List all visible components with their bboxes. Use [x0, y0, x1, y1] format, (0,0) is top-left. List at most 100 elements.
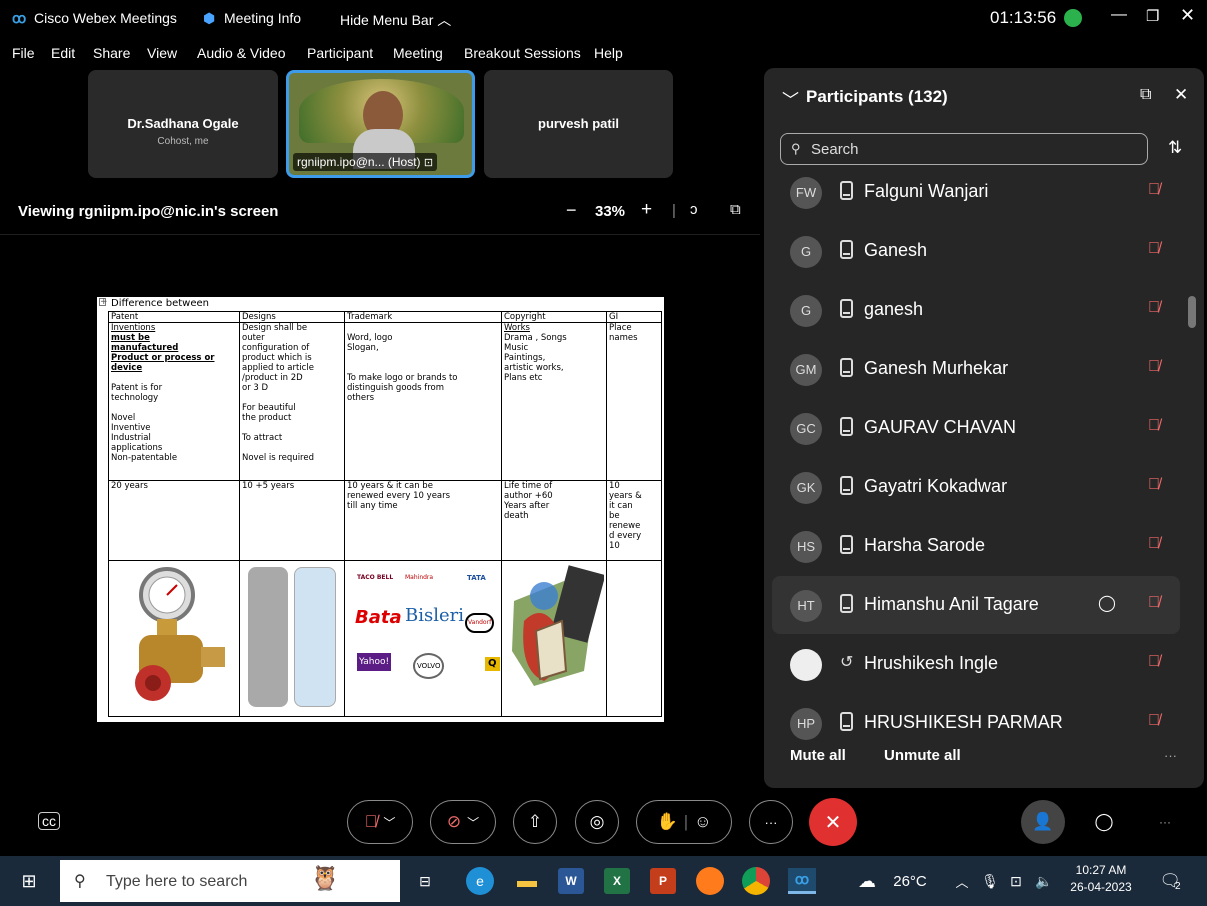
raise-hand-icon[interactable]: ✋ [657, 812, 678, 832]
mic-muted-icon[interactable]: 🎙̸ [1148, 594, 1160, 612]
restore-icon[interactable]: ❐ [1146, 7, 1159, 25]
menu-audio-video[interactable]: Audio & Video [197, 45, 285, 61]
sort-icon[interactable]: ⇅ [1168, 138, 1182, 158]
tray-chevron-icon[interactable]: ︿ [952, 868, 972, 894]
powerpoint-icon[interactable]: P [650, 868, 676, 894]
cell-trademark-term: 10 years & it can be renewed every 10 ye… [344, 480, 502, 561]
leave-meeting-button[interactable]: ✕ [809, 798, 857, 846]
cell-patent-term: 20 years [108, 480, 240, 561]
chat-bubble-icon[interactable]: ◯ [1098, 593, 1116, 613]
collapse-chevron-icon[interactable]: ﹀ [782, 86, 799, 111]
video-tile-purvesh[interactable]: purvesh patil [484, 70, 673, 178]
mic-muted-icon[interactable]: 🎙̸ [1148, 535, 1160, 553]
close-panel-icon[interactable]: ✕ [1174, 85, 1188, 105]
mic-muted-icon[interactable]: 🎙̸ [1148, 476, 1160, 494]
mic-muted-icon[interactable]: 🎙̸ [1148, 653, 1160, 671]
edge-icon[interactable]: e [466, 867, 494, 895]
excel-icon[interactable]: X [604, 868, 630, 894]
viewing-label: Viewing rgniipm.ipo@nic.in's screen [18, 203, 279, 220]
start-video-button[interactable]: ⊘ ﹀ [430, 800, 496, 844]
clock-time: 10:27 AM [1075, 863, 1127, 877]
menu-file[interactable]: File [12, 45, 35, 61]
unmute-all-button[interactable]: Unmute all [884, 747, 961, 764]
captions-icon[interactable]: cc [38, 812, 60, 830]
menu-participant[interactable]: Participant [307, 45, 373, 61]
network-health-icon[interactable] [1064, 9, 1082, 27]
file-explorer-icon[interactable]: ▬ [513, 868, 541, 894]
reactions-group[interactable]: ✋ | ☺ [636, 800, 732, 844]
participant-row-hovered[interactable]: HT Himanshu Anil Tagare ◯ 🎙̸ [772, 576, 1180, 634]
more-options-button[interactable]: ··· [1164, 748, 1177, 763]
weather-temp[interactable]: 26°C [888, 868, 932, 894]
participant-row[interactable]: HS Harsha Sarode 🎙̸ [772, 517, 1180, 575]
cell-design-term: 10 +5 years [239, 480, 345, 561]
cell-trademark-subject: Word, logo Slogan, To make logo or brand… [344, 322, 502, 481]
windows-start-icon[interactable]: ⊞ [14, 868, 44, 894]
task-view-icon[interactable]: ⊟ [412, 868, 438, 894]
menu-breakout-sessions[interactable]: Breakout Sessions [464, 45, 581, 61]
mic-muted-icon[interactable]: 🎙̸ [1148, 417, 1160, 435]
clock[interactable]: 10:27 AM 26-04-2023 [1066, 862, 1136, 896]
mic-tray-icon[interactable]: 🎙 [980, 868, 1000, 894]
participant-name: ganesh [864, 299, 924, 319]
more-button[interactable]: ··· [749, 800, 793, 844]
volume-icon[interactable]: 🔈 [1032, 868, 1056, 894]
record-button[interactable]: ◎ [575, 800, 619, 844]
participant-scrollbar[interactable] [1188, 178, 1196, 738]
menu-help[interactable]: Help [594, 45, 623, 61]
mute-button[interactable]: 🎙̸ ﹀ [347, 800, 413, 844]
hide-menu-bar-button[interactable]: Hide Menu Bar ︿ [340, 10, 451, 30]
mic-muted-icon[interactable]: 🎙̸ [1148, 712, 1160, 730]
mic-muted-icon[interactable]: 🎙̸ [1148, 358, 1160, 376]
notifications-icon[interactable]: 🗨 2 [1156, 868, 1184, 894]
device-icon [840, 240, 853, 259]
viewing-bar: Viewing rgniipm.ipo@nic.in's screen − 33… [0, 190, 760, 234]
firefox-icon[interactable] [696, 867, 724, 895]
network-icon[interactable]: ⊡ [1006, 868, 1026, 894]
close-window-icon[interactable]: ✕ [1180, 5, 1195, 26]
participant-row[interactable]: ↺ Hrushikesh Ingle 🎙̸ [772, 635, 1180, 693]
participant-name: Hrushikesh Ingle [864, 653, 999, 673]
mic-muted-icon[interactable]: 🎙̸ [1148, 299, 1160, 317]
menu-meeting[interactable]: Meeting [393, 45, 443, 61]
popout-panel-icon[interactable]: ⧉ [1140, 86, 1151, 104]
brand-logo-tata: TATA [467, 574, 486, 582]
participant-row[interactable]: G Ganesh 🎙̸ [772, 222, 1180, 280]
scrollbar-thumb[interactable] [1188, 296, 1196, 328]
participant-row[interactable]: GK Gayatri Kokadwar 🎙̸ [772, 458, 1180, 516]
emoji-icon[interactable]: ☺ [694, 812, 711, 832]
participant-row[interactable]: FW Falguni Wanjari 🎙̸ [772, 166, 1180, 221]
video-tile-sadhana[interactable]: Dr.Sadhana Ogale Cohost, me [88, 70, 278, 178]
menu-edit[interactable]: Edit [51, 45, 75, 61]
minimize-icon[interactable]: — [1111, 6, 1127, 24]
mute-all-button[interactable]: Mute all [790, 747, 846, 764]
meeting-info-button[interactable]: Meeting Info [224, 10, 301, 26]
zoom-out-button[interactable]: − [566, 200, 577, 221]
mic-muted-icon[interactable]: 🎙̸ [1148, 181, 1160, 199]
brand-logo-tacobell: TACO BELL [357, 574, 394, 581]
device-icon [840, 358, 853, 377]
zoom-in-button[interactable]: + [641, 199, 652, 221]
participant-row[interactable]: GC GAURAV CHAVAN 🎙̸ [772, 399, 1180, 457]
more-panels-button[interactable]: ··· [1143, 800, 1187, 844]
annotate-icon[interactable]: ↄ [690, 201, 698, 218]
participants-search-input[interactable]: ⚲ Search [780, 133, 1148, 165]
participant-row[interactable]: HP HRUSHIKESH PARMAR 🎙̸ [772, 694, 1180, 740]
taskbar-search-box[interactable]: ⚲ Type here to search 🦉 [60, 860, 400, 902]
chrome-icon[interactable] [742, 867, 770, 895]
menu-view[interactable]: View [147, 45, 177, 61]
meeting-timer: 01:13:56 [990, 8, 1057, 27]
webex-taskbar-icon[interactable]: ꝏ [788, 868, 816, 894]
divider: | [672, 202, 676, 219]
participant-row[interactable]: G ganesh 🎙̸ [772, 281, 1180, 339]
video-tile-host[interactable]: rgniipm.ipo@n... (Host) ⊡ [286, 70, 475, 178]
popout-screen-icon[interactable]: ⧉ [730, 201, 741, 218]
chat-button[interactable]: ◯ [1082, 800, 1126, 844]
word-icon[interactable]: W [558, 868, 584, 894]
participants-toggle-button[interactable]: 👤 [1021, 800, 1065, 844]
participant-row[interactable]: GM Ganesh Murhekar 🎙̸ [772, 340, 1180, 398]
mic-muted-icon[interactable]: 🎙̸ [1148, 240, 1160, 258]
menu-share[interactable]: Share [93, 45, 130, 61]
share-button[interactable]: ⇧ [513, 800, 557, 844]
cell-copyright-term: Life time of author +60 Years after deat… [501, 480, 607, 561]
